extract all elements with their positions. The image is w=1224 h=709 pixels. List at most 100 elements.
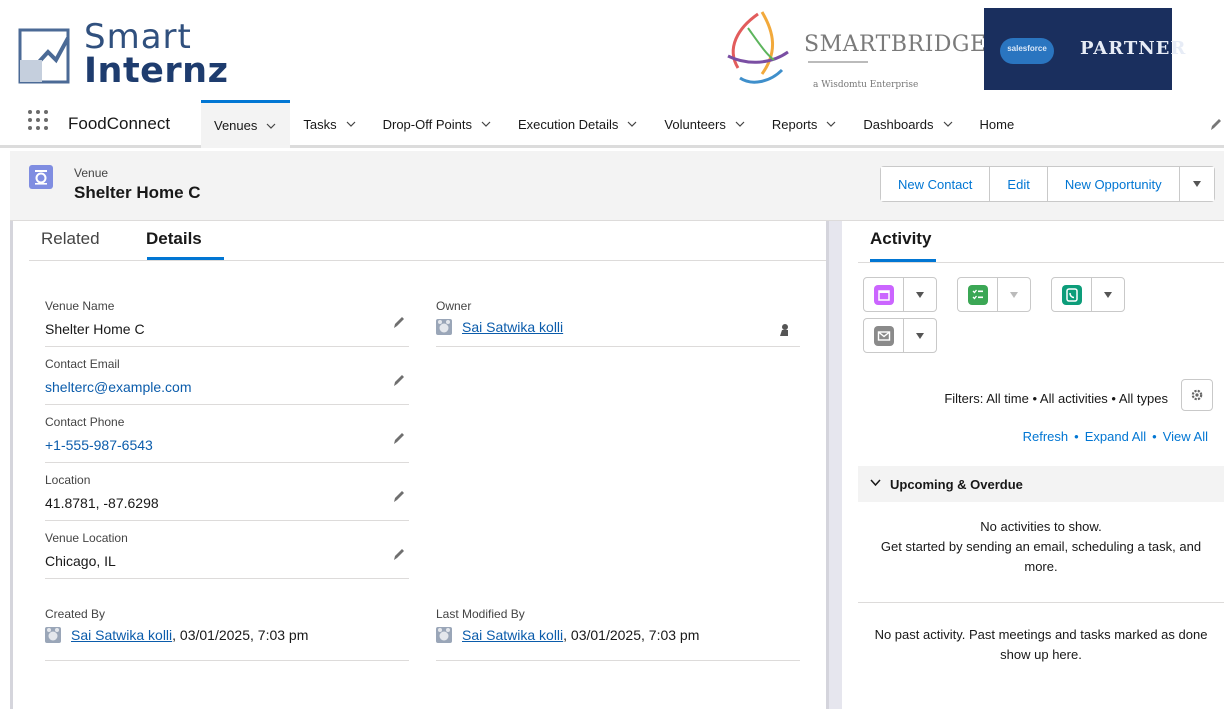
app-launcher-icon[interactable] [28,110,52,134]
field-label: Venue Location [45,531,128,545]
nav-tab-label: Tasks [303,116,337,132]
view-all-link[interactable]: View All [1163,429,1208,444]
no-activities-line: No activities to show. [980,519,1102,534]
caret-down-icon [916,291,924,298]
smartbridge-wordmark: SMARTBRIDGE [804,32,987,57]
activity-panel: Activity Filters: All time • All activit… [842,221,1224,709]
gear-icon [1191,389,1203,401]
nav-tab-drop-off-points[interactable]: Drop-Off Points [370,100,505,148]
tab-related[interactable]: Related [41,229,100,249]
nav-tabs: Venues Tasks Drop-Off Points Execution D… [201,100,1028,148]
activity-filters-text: Filters: All time • All activities • All… [944,391,1168,406]
chevron-down-icon[interactable] [826,119,836,129]
chevron-down-icon[interactable] [481,119,491,129]
owner-link[interactable]: Sai Satwika kolli [462,319,563,335]
edit-nav-pencil-icon[interactable] [1210,117,1222,131]
branding-banner: Smart Internz SMARTBRIDGE a Wisdomtu Ent… [0,0,1224,100]
venue-object-icon [29,165,53,189]
filter-settings-button[interactable] [1181,379,1213,411]
smart-internz-mark-icon [18,28,70,84]
task-list-icon [967,284,988,305]
field-last-modified-by: Last Modified By Sai Satwika kolli , 03/… [436,601,800,661]
new-event-button-group [863,277,937,312]
record-tabs: Related Details [29,221,827,261]
nav-tab-label: Dashboards [863,116,934,132]
record-type-label: Venue [74,166,109,180]
chevron-down-icon[interactable] [266,121,276,131]
smartbridge-sub-line [808,58,868,68]
field-owner: Owner Sai Satwika kolli [436,293,800,347]
nav-tab-venues[interactable]: Venues [201,100,291,148]
chevron-down-icon[interactable] [943,119,953,129]
edit-pencil-icon[interactable] [393,431,405,445]
phone-link[interactable]: +1-555-987-6543 [45,437,153,453]
new-opportunity-button[interactable]: New Opportunity [1047,167,1180,201]
activity-links: Refresh • Expand All • View All [1023,429,1208,444]
link-separator: • [1152,429,1157,444]
nav-tab-home[interactable]: Home [967,100,1029,148]
field-label: Contact Phone [45,415,125,429]
log-call-button[interactable] [1052,278,1092,311]
log-call-dropdown[interactable] [1092,278,1124,311]
activity-tab[interactable]: Activity [870,229,931,249]
created-by-link[interactable]: Sai Satwika kolli [71,627,172,643]
no-past-activity-message: No past activity. Past meetings and task… [874,627,1208,662]
upcoming-overdue-section[interactable]: Upcoming & Overdue [858,466,1224,502]
salesforce-partner-logo: salesforce PARTNER [984,8,1185,90]
no-activities-message: No activities to show. Get started by se… [858,517,1224,577]
nav-tab-volunteers[interactable]: Volunteers [651,100,758,148]
new-task-dropdown[interactable] [998,278,1030,311]
nav-tab-reports[interactable]: Reports [759,100,851,148]
smartbridge-logo: SMARTBRIDGE a Wisdomtu Enterprise [718,8,986,94]
new-task-button-group [957,277,1031,312]
edit-button[interactable]: Edit [990,167,1048,201]
smartbridge-tagline: a Wisdomtu Enterprise [813,80,919,90]
active-tab-indicator [870,259,936,262]
nav-tab-tasks[interactable]: Tasks [290,100,369,148]
user-avatar-icon [436,319,452,335]
new-contact-button[interactable]: New Contact [881,167,991,201]
new-task-button[interactable] [958,278,998,311]
more-actions-button[interactable] [1179,167,1214,201]
link-separator: • [1074,429,1079,444]
modified-by-user: Sai Satwika kolli , 03/01/2025, 7:03 pm [436,627,699,643]
email-dropdown[interactable] [904,319,936,352]
log-call-button-group [1051,277,1125,312]
record-title: Shelter Home C [74,183,201,202]
new-event-button[interactable] [864,278,904,311]
chevron-down-icon[interactable] [735,119,745,129]
edit-pencil-icon[interactable] [393,547,405,561]
chevron-down-icon[interactable] [627,119,637,129]
new-event-dropdown[interactable] [904,278,936,311]
nav-tab-dashboards[interactable]: Dashboards [850,100,966,148]
nav-tab-label: Reports [771,116,818,132]
chevron-down-icon[interactable] [870,479,881,487]
field-label: Contact Email [45,357,120,371]
change-owner-icon[interactable] [778,323,790,337]
expand-all-link[interactable]: Expand All [1085,429,1146,444]
created-date: , 03/01/2025, 7:03 pm [172,627,309,643]
email-link[interactable]: shelterc@example.com [45,379,192,395]
refresh-link[interactable]: Refresh [1023,429,1069,444]
field-label: Venue Name [45,299,115,313]
nav-tab-label: Venues [214,118,258,133]
get-started-line: Get started by sending an email, schedul… [880,539,1202,574]
edit-pencil-icon[interactable] [393,315,405,329]
field-contact-phone: Contact Phone +1-555-987-6543 [45,409,409,463]
email-button[interactable] [864,319,904,352]
field-label: Location [45,473,91,487]
nav-tab-label: Home [979,116,1015,132]
partner-label: PARTNER [1080,38,1187,59]
section-divider [858,602,1224,603]
field-value: Chicago, IL [45,553,116,569]
panel-divider [826,221,842,709]
owner-user: Sai Satwika kolli [436,319,563,335]
chevron-down-icon[interactable] [346,119,356,129]
field-value: 41.8781, -87.6298 [45,495,159,511]
modified-by-link[interactable]: Sai Satwika kolli [462,627,563,643]
edit-pencil-icon[interactable] [393,489,405,503]
edit-pencil-icon[interactable] [393,373,405,387]
active-tab-indicator [147,257,224,260]
tab-details[interactable]: Details [146,229,202,249]
nav-tab-execution-details[interactable]: Execution Details [505,100,651,148]
